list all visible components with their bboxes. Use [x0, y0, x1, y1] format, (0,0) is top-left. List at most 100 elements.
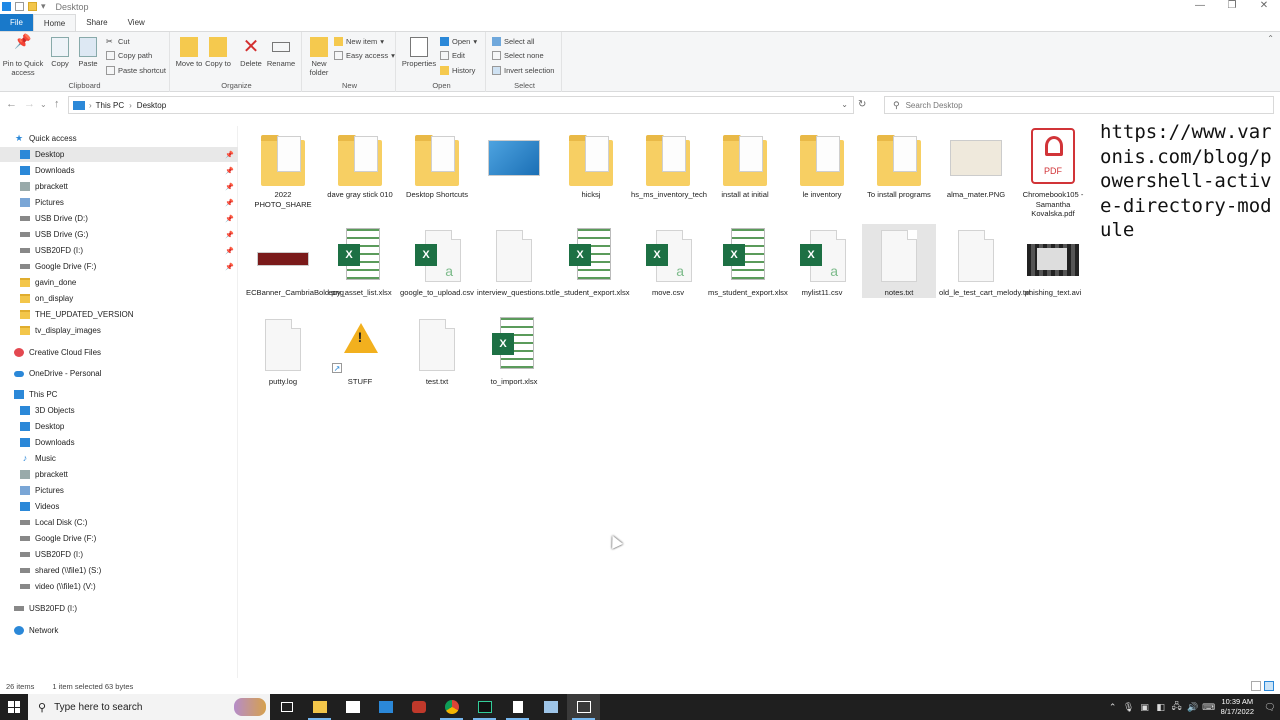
notifications-icon[interactable]: 🗨 — [1260, 702, 1280, 713]
sidebar-item-pc-1[interactable]: Desktop — [0, 419, 238, 434]
sidebar-item-quick-8[interactable]: gavin_done — [0, 275, 238, 290]
network-icon[interactable]: 🖧 — [1169, 699, 1185, 715]
file-item[interactable]: To install programs — [862, 126, 936, 200]
sidebar-item-quick-5[interactable]: USB Drive (G:) 📌 — [0, 227, 238, 242]
pin-quick-access-button[interactable]: 📌 Pin to Quick access — [2, 34, 44, 77]
file-item[interactable]: putty.log — [246, 313, 320, 387]
file-item[interactable]: Desktop Shortcuts — [400, 126, 474, 200]
task-view-button[interactable] — [270, 694, 303, 720]
open-button[interactable]: Open ▾ — [440, 35, 477, 48]
up-arrow-icon[interactable]: ↑ — [54, 98, 60, 110]
large-icons-view-icon[interactable] — [1264, 681, 1274, 691]
start-button[interactable] — [0, 694, 28, 720]
volume-icon[interactable]: 🔊 — [1185, 702, 1201, 713]
copy-button[interactable]: Copy — [45, 35, 75, 68]
breadcrumb-this-pc[interactable]: This PC — [96, 101, 124, 110]
file-item[interactable]: Xa mylist11.csv — [785, 224, 859, 298]
sidebar-item-quick-4[interactable]: USB Drive (D:) 📌 — [0, 211, 238, 226]
chrome-taskbar-button[interactable] — [435, 694, 468, 720]
pin-icon[interactable]: 📌 — [225, 183, 234, 191]
cut-button[interactable]: ✂ Cut — [106, 35, 130, 48]
app-taskbar-button[interactable] — [402, 694, 435, 720]
easy-access-button[interactable]: Easy access ▾ — [334, 49, 395, 62]
invert-selection-button[interactable]: Invert selection — [492, 64, 554, 77]
file-item[interactable]: hicksj — [554, 126, 628, 200]
pin-icon[interactable]: 📌 — [225, 247, 234, 255]
file-item[interactable]: alma_mater.PNG — [939, 126, 1013, 200]
file-item[interactable]: ! ↗ STUFF — [323, 313, 397, 387]
pin-icon[interactable]: 📌 — [225, 231, 234, 239]
history-button[interactable]: History — [440, 64, 475, 77]
select-all-button[interactable]: Select all — [492, 35, 534, 48]
sidebar-item-quick-10[interactable]: THE_UPDATED_VERSION — [0, 307, 238, 322]
sidebar-item-pc-8[interactable]: Google Drive (F:) — [0, 531, 238, 546]
new-folder-qa-icon[interactable] — [28, 2, 37, 11]
new-item-button[interactable]: New item ▾ — [334, 35, 384, 48]
file-item[interactable]: Xms_student_export.xlsx — [708, 224, 788, 298]
properties-button[interactable]: Properties — [401, 35, 437, 68]
forward-arrow-icon[interactable]: → — [24, 98, 35, 110]
tab-share[interactable]: Share — [76, 14, 117, 31]
minimize-button[interactable]: — — [1184, 0, 1216, 11]
pin-icon[interactable]: 📌 — [225, 215, 234, 223]
sidebar-creative-cloud[interactable]: Creative Cloud Files — [0, 345, 238, 360]
chevron-up-icon[interactable]: ⌃ — [1105, 702, 1121, 713]
sidebar-item-pc-4[interactable]: pbrackett — [0, 467, 238, 482]
file-item[interactable]: Xa google_to_upload.csv — [400, 224, 474, 298]
refresh-icon[interactable]: ↻ — [858, 99, 866, 110]
sidebar-item-pc-9[interactable]: USB20FD (I:) — [0, 547, 238, 562]
sidebar-item-pc-3[interactable]: ♪ Music — [0, 451, 238, 466]
sidebar-this-pc[interactable]: This PC — [0, 387, 238, 402]
file-item[interactable]: Xeoy_asset_list.xlsx — [323, 224, 397, 298]
paste-shortcut-button[interactable]: Paste shortcut — [106, 64, 166, 77]
pin-icon[interactable]: 📌 — [225, 263, 234, 271]
copy-path-button[interactable]: Copy path — [106, 49, 152, 62]
file-item[interactable]: install at initial — [708, 126, 782, 200]
sidebar-quick-access[interactable]: ★ Quick access — [0, 131, 238, 146]
paste-button[interactable]: Paste — [73, 35, 103, 68]
properties-qa-icon[interactable] — [15, 2, 24, 11]
delete-button[interactable]: ✕ Delete — [236, 35, 266, 68]
address-bar[interactable]: › This PC › Desktop ⌄ — [68, 96, 854, 114]
address-dropdown-icon[interactable]: ⌄ — [841, 100, 848, 109]
file-item[interactable]: Xto_import.xlsx — [477, 313, 551, 387]
file-item[interactable]: Xle_student_export.xlsx — [554, 224, 630, 298]
app2-taskbar-button[interactable] — [534, 694, 567, 720]
sidebar-network[interactable]: Network — [0, 623, 238, 638]
file-explorer-taskbar-button[interactable] — [303, 694, 336, 720]
close-button[interactable]: ✕ — [1248, 0, 1280, 11]
taskbar-clock[interactable]: 10:39 AM 8/17/2022 — [1221, 697, 1254, 717]
tray-app2-icon[interactable]: ◧ — [1153, 702, 1169, 713]
back-arrow-icon[interactable]: ← — [6, 98, 17, 110]
sidebar-onedrive[interactable]: OneDrive - Personal — [0, 366, 238, 381]
sidebar-item-pc-0[interactable]: 3D Objects — [0, 403, 238, 418]
move-to-button[interactable]: Move to — [174, 35, 204, 68]
pin-icon[interactable]: 📌 — [225, 151, 234, 159]
tray-app-icon[interactable]: ▣ — [1137, 702, 1153, 713]
file-item[interactable]: test.txt — [400, 313, 474, 387]
sidebar-item-quick-3[interactable]: Pictures 📌 — [0, 195, 238, 210]
select-none-button[interactable]: Select none — [492, 49, 544, 62]
recent-locations-icon[interactable]: ⌄ — [40, 100, 47, 109]
file-item[interactable] — [477, 126, 551, 190]
file-item[interactable]: Xa move.csv — [631, 224, 705, 298]
taskbar-search[interactable]: ⚲ Type here to search — [28, 694, 270, 720]
notepad-taskbar-button[interactable] — [501, 694, 534, 720]
file-item[interactable]: ECBanner_CambriaBold.png — [246, 224, 344, 298]
restore-button[interactable]: ❐ — [1216, 0, 1248, 11]
file-item[interactable]: interview_questions.txt — [477, 224, 554, 298]
ribbon-collapse-icon[interactable]: ⌃ — [1267, 34, 1274, 43]
rename-button[interactable]: Rename — [266, 35, 296, 68]
sidebar-item-pc-7[interactable]: Local Disk (C:) — [0, 515, 238, 530]
sidebar-item-pc-6[interactable]: Videos — [0, 499, 238, 514]
sidebar-item-pc-10[interactable]: shared (\\file1) (S:) — [0, 563, 238, 578]
sidebar-item-pc-2[interactable]: Downloads — [0, 435, 238, 450]
tab-home[interactable]: Home — [32, 14, 77, 31]
sidebar-item-quick-7[interactable]: Google Drive (F:) 📌 — [0, 259, 238, 274]
edit-button[interactable]: Edit — [440, 49, 465, 62]
sidebar-item-quick-9[interactable]: on_display — [0, 291, 238, 306]
microphone-icon[interactable]: 🎙 — [1121, 702, 1137, 713]
sidebar-item-quick-6[interactable]: USB20FD (I:) 📌 — [0, 243, 238, 258]
file-item[interactable]: dave gray stick 010 — [323, 126, 397, 200]
photos-taskbar-button[interactable] — [567, 694, 600, 720]
